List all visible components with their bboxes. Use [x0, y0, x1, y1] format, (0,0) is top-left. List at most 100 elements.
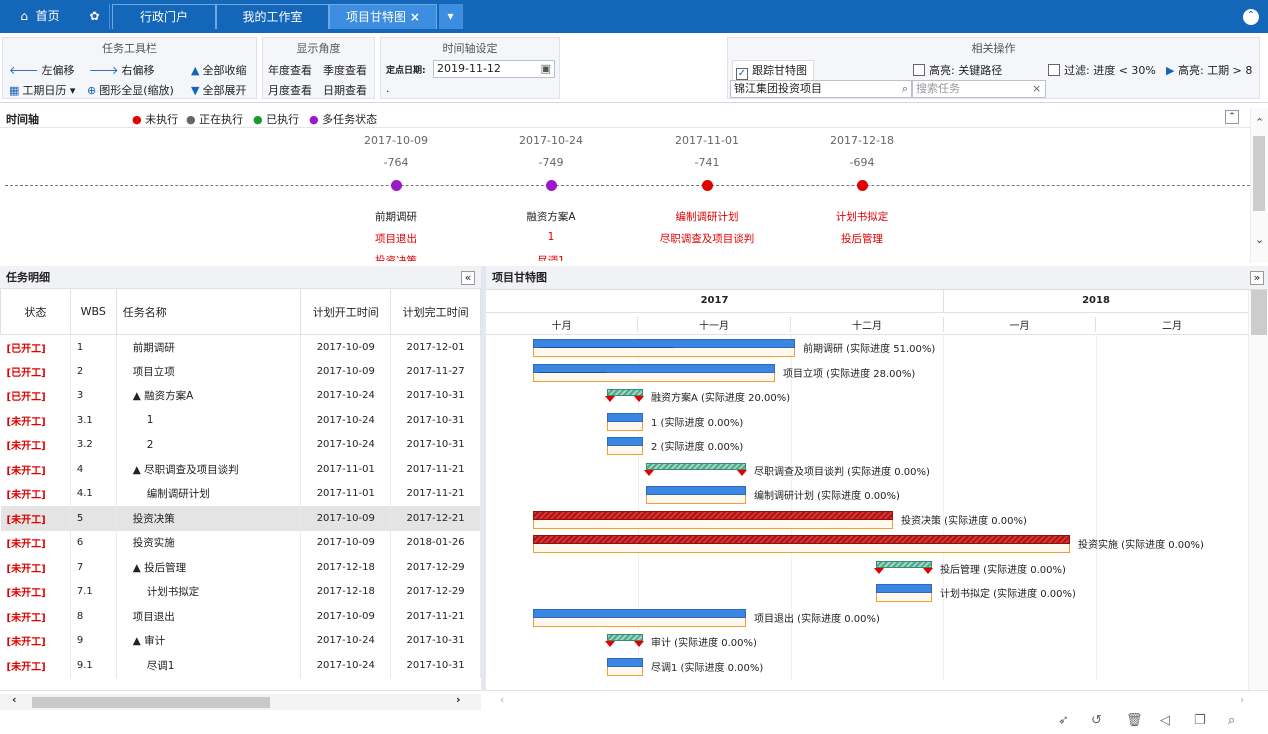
milestone-dot[interactable]: [546, 180, 557, 191]
gantt-scroll-left-icon[interactable]: ‹: [500, 693, 504, 706]
table-row[interactable]: [未开工] 7.1 计划书拟定 2017-12-18 2017-12-29: [0, 579, 481, 604]
milestone-task[interactable]: 投后管理: [802, 231, 922, 246]
col-plan-start[interactable]: 计划开工时间: [300, 288, 392, 335]
table-row[interactable]: [未开工] 7 ▲ 投后管理 2017-12-18 2017-12-29: [0, 555, 481, 580]
gantt-scroll-right-icon[interactable]: ›: [1240, 693, 1244, 706]
col-status[interactable]: 状态: [0, 288, 71, 335]
expand-right-icon[interactable]: »: [1250, 271, 1264, 285]
gantt-scroll-thumb[interactable]: [1251, 290, 1267, 335]
table-row[interactable]: [未开工] 4.1 编制调研计划 2017-11-01 2017-11-21: [0, 481, 481, 506]
table-row[interactable]: [已开工] 1 前期调研 2017-10-09 2017-12-01: [0, 334, 481, 359]
table-row[interactable]: [已开工] 3 ▲ 融资方案A 2017-10-24 2017-10-31: [0, 383, 481, 408]
calendar-icon: ▦: [9, 84, 20, 97]
table-row[interactable]: [未开工] 5 投资决策 2017-10-09 2017-12-21: [0, 506, 481, 531]
clear-icon[interactable]: ×: [1032, 82, 1041, 95]
task-toolbar-title: 任务工具栏: [102, 42, 157, 55]
scroll-left-icon[interactable]: ‹: [12, 693, 17, 706]
tab-admin-portal[interactable]: 行政门户: [112, 4, 216, 29]
table-row[interactable]: [未开工] 9.1 尽调1 2017-10-24 2017-10-31: [0, 653, 481, 678]
zoom-search-icon[interactable]: ⌕: [1228, 713, 1235, 728]
month-view-button[interactable]: 月度查看: [268, 82, 312, 98]
gantt-scrollbar[interactable]: [1248, 290, 1268, 690]
scroll-up-icon[interactable]: ⌃: [1255, 116, 1264, 129]
history-icon[interactable]: ↺: [1091, 713, 1102, 728]
day-view-button[interactable]: 日期查看: [323, 82, 367, 98]
task-bar[interactable]: [533, 608, 746, 618]
task-bar[interactable]: [646, 486, 746, 495]
summary-bar[interactable]: [607, 634, 643, 641]
table-row[interactable]: [已开工] 2 项目立项 2017-10-09 2017-11-27: [0, 359, 481, 384]
copy-icon[interactable]: ❐: [1194, 713, 1206, 728]
timeline-scrollbar[interactable]: ⌃ ⌄: [1250, 108, 1268, 263]
collapse-timeline-icon[interactable]: ⌃: [1225, 110, 1239, 124]
critical-bar[interactable]: [533, 510, 893, 520]
fixed-date-input[interactable]: 2019-11-12 ▣: [433, 60, 555, 78]
highlight-critical-checkbox[interactable]: 高亮: 关键路径: [913, 62, 1002, 78]
highlight-duration-button[interactable]: ▶ 高亮: 工期 > 8: [1166, 62, 1252, 78]
table-row[interactable]: [未开工] 8 项目退出 2017-10-09 2017-11-21: [0, 604, 481, 629]
scroll-down-icon[interactable]: ⌄: [1255, 233, 1264, 246]
year-view-button[interactable]: 年度查看: [268, 62, 312, 78]
milestone-task[interactable]: 前期调研: [336, 209, 456, 224]
collapse-all-button[interactable]: ▲ 全部收缩: [191, 62, 246, 78]
search-task-input[interactable]: 搜索任务: [912, 80, 1046, 98]
trash-icon[interactable]: 🗑: [1126, 713, 1143, 728]
milestone-task[interactable]: 尽调1: [491, 253, 611, 261]
task-bar[interactable]: [607, 657, 643, 667]
hscroll-thumb[interactable]: [32, 697, 270, 708]
table-row[interactable]: [未开工] 9 ▲ 审计 2017-10-24 2017-10-31: [0, 628, 481, 653]
table-row[interactable]: [未开工] 6 投资实施 2017-10-09 2018-01-26: [0, 530, 481, 555]
fit-view-button[interactable]: ⊕ 图形全显(缩放): [87, 82, 174, 98]
home-tab[interactable]: ⌂ 首页: [0, 4, 80, 29]
scroll-thumb[interactable]: [1253, 136, 1265, 211]
scroll-right-icon[interactable]: ›: [456, 693, 461, 706]
table-row[interactable]: [未开工] 3.1 1 2017-10-24 2017-10-31: [0, 408, 481, 433]
bar-label: 尽调1 (实际进度 0.00%): [651, 662, 764, 674]
milestone-task[interactable]: 融资方案A: [491, 209, 611, 224]
track-gantt-checkbox[interactable]: ✓ 跟踪甘特图: [732, 60, 814, 82]
project-select[interactable]: 锦江集团投资项目 ⌕: [730, 80, 912, 98]
col-task-name[interactable]: 任务名称: [115, 288, 302, 335]
calendar-picker-icon[interactable]: ▣: [541, 61, 551, 77]
col-wbs[interactable]: WBS: [69, 288, 117, 335]
milestone-task[interactable]: 计划书拟定: [802, 209, 922, 224]
table-row[interactable]: [未开工] 3.2 2 2017-10-24 2017-10-31: [0, 432, 481, 457]
summary-bar[interactable]: [876, 560, 932, 568]
summary-bar[interactable]: [607, 389, 643, 396]
expand-all-button[interactable]: ▼ 全部展开: [191, 82, 246, 98]
volume-icon[interactable]: ◁: [1160, 713, 1170, 728]
quarter-view-button[interactable]: 季度查看: [323, 62, 367, 78]
tab-dropdown-icon[interactable]: ▾: [439, 4, 463, 29]
task-bar[interactable]: [607, 412, 643, 422]
tab-project-gantt[interactable]: 项目甘特图 ×: [329, 4, 437, 29]
critical-bar[interactable]: [533, 535, 1070, 544]
rocket-icon[interactable]: ➶: [1058, 713, 1069, 728]
milestone-task[interactable]: 投资决策: [336, 253, 456, 261]
collapse-left-icon[interactable]: «: [461, 271, 475, 285]
status-cell: [已开工]: [0, 383, 71, 408]
col-plan-end[interactable]: 计划完工时间: [390, 288, 481, 335]
milestone-task[interactable]: 1: [491, 231, 611, 243]
collapse-up-icon[interactable]: ⌃: [1242, 8, 1260, 26]
milestone-task[interactable]: 编制调研计划: [647, 209, 767, 224]
shift-right-button[interactable]: 🡒 右偏移: [89, 62, 155, 78]
milestone-dot[interactable]: [702, 180, 713, 191]
table-row[interactable]: [未开工] 4 ▲ 尽职调查及项目谈判 2017-11-01 2017-11-2…: [0, 457, 481, 482]
close-icon[interactable]: ×: [410, 10, 420, 24]
summary-bar[interactable]: [646, 462, 746, 470]
plan-bar: [533, 519, 893, 529]
milestone-dot[interactable]: [857, 180, 868, 191]
work-calendar-button[interactable]: ▦ 工期日历 ▾: [9, 82, 75, 98]
task-bar[interactable]: [607, 437, 643, 446]
task-hscrollbar[interactable]: ‹ ›: [0, 693, 481, 710]
gear-icon[interactable]: ✿: [80, 4, 110, 29]
milestone-dot[interactable]: [391, 180, 402, 191]
filter-progress-checkbox[interactable]: 过滤: 进度 < 30%: [1048, 62, 1156, 78]
milestone-task[interactable]: 尽职调查及项目谈判: [647, 231, 767, 246]
bar-label: 项目退出 (实际进度 0.00%): [754, 613, 880, 625]
search-icon[interactable]: ⌕: [902, 81, 908, 97]
milestone-task[interactable]: 项目退出: [336, 231, 456, 246]
shift-left-button[interactable]: 🡐 左偏移: [9, 62, 75, 78]
task-bar[interactable]: [876, 584, 932, 593]
tab-my-studio[interactable]: 我的工作室: [216, 4, 329, 29]
